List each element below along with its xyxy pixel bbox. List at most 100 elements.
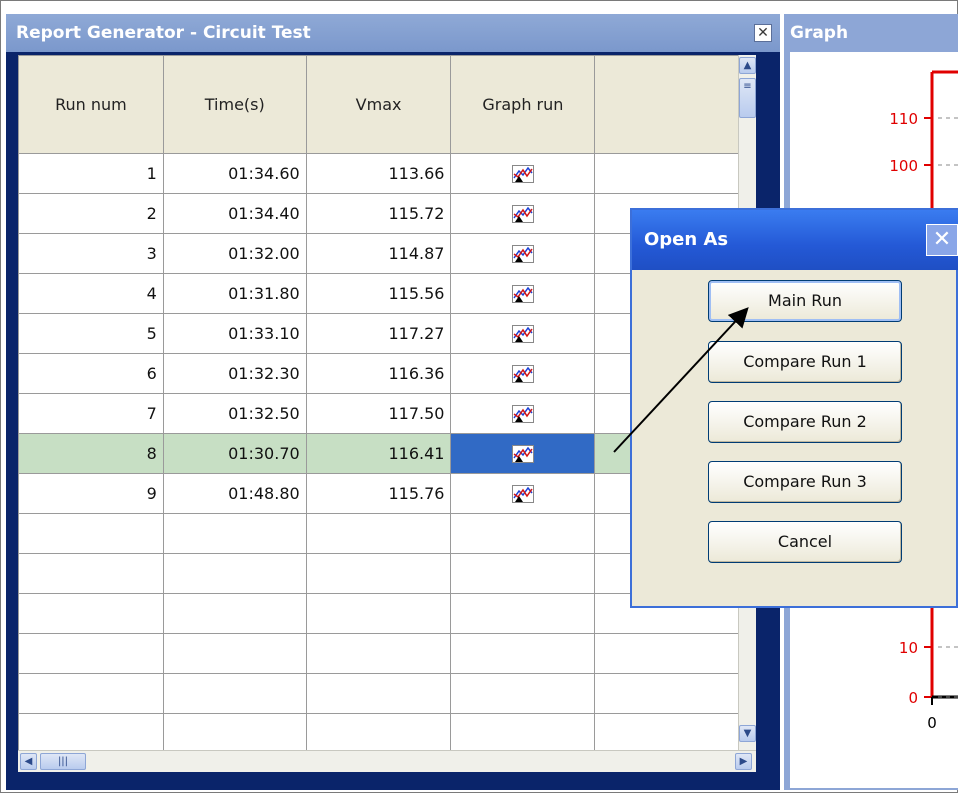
empty-cell[interactable] (18, 593, 164, 634)
run-num-cell[interactable]: 4 (18, 273, 164, 314)
dialog-title: Open As (632, 210, 958, 270)
table-row[interactable]: 1 01:34.60 113.66 (18, 153, 756, 194)
close-icon[interactable]: ✕ (754, 24, 772, 42)
scroll-down-icon[interactable]: ▼ (739, 725, 756, 742)
empty-cell[interactable] (162, 513, 307, 554)
time-cell[interactable]: 01:31.80 (162, 273, 307, 314)
empty-cell[interactable] (18, 633, 164, 674)
empty-cell[interactable] (594, 633, 756, 674)
graph-run-icon[interactable] (511, 164, 534, 184)
empty-cell[interactable] (305, 713, 452, 750)
empty-cell[interactable] (162, 713, 307, 750)
vmax-cell[interactable]: 115.56 (305, 273, 452, 314)
time-cell[interactable]: 01:34.40 (162, 193, 307, 234)
graph-run-cell[interactable] (450, 153, 596, 194)
empty-cell[interactable] (450, 673, 596, 714)
graph-run-cell[interactable] (450, 193, 596, 234)
graph-run-cell[interactable] (450, 273, 596, 314)
empty-cell[interactable] (450, 513, 596, 554)
time-cell[interactable]: 01:30.70 (162, 433, 307, 474)
vmax-cell[interactable]: 116.36 (305, 353, 452, 394)
run-num-cell[interactable]: 5 (18, 313, 164, 354)
vertical-scroll-thumb[interactable]: ≡ (739, 78, 756, 118)
graph-run-cell[interactable] (450, 393, 596, 434)
graph-run-cell[interactable] (450, 313, 596, 354)
run-num-cell[interactable]: 9 (18, 473, 164, 514)
empty-cell[interactable] (162, 633, 307, 674)
cancel-button[interactable]: Cancel (708, 521, 902, 563)
empty-cell[interactable] (450, 553, 596, 594)
empty-cell[interactable] (162, 673, 307, 714)
empty-cell[interactable] (305, 673, 452, 714)
scroll-right-icon[interactable]: ▶ (735, 753, 752, 770)
vmax-cell[interactable]: 117.27 (305, 313, 452, 354)
graph-run-icon[interactable] (511, 404, 534, 424)
graph-run-icon[interactable] (511, 324, 534, 344)
vmax-cell[interactable]: 113.66 (305, 153, 452, 194)
empty-cell[interactable] (305, 633, 452, 674)
graph-run-icon[interactable] (511, 284, 534, 304)
empty-cell[interactable] (305, 513, 452, 554)
graph-run-icon[interactable] (511, 484, 534, 504)
graph-run-icon[interactable] (511, 444, 534, 464)
compare-run-1-button[interactable]: Compare Run 1 (708, 341, 902, 383)
time-cell[interactable]: 01:32.00 (162, 233, 307, 274)
horizontal-scrollbar[interactable] (18, 750, 756, 772)
graph-run-cell[interactable] (450, 433, 596, 474)
compare-run-3-button[interactable]: Compare Run 3 (708, 461, 902, 503)
column-header-run-num[interactable]: Run num (18, 55, 164, 154)
empty-row[interactable] (18, 713, 756, 750)
graph-run-cell[interactable] (450, 233, 596, 274)
empty-row[interactable] (18, 673, 756, 714)
header-row: Run num Time(s) Vmax Graph run (18, 55, 756, 154)
time-cell[interactable]: 01:48.80 (162, 473, 307, 514)
scroll-up-icon[interactable]: ▲ (739, 57, 756, 74)
graph-run-cell[interactable] (450, 473, 596, 514)
column-header-graph-run[interactable]: Graph run (450, 55, 596, 154)
run-num-cell[interactable]: 1 (18, 153, 164, 194)
vmax-cell[interactable]: 115.76 (305, 473, 452, 514)
column-header-vmax[interactable]: Vmax (305, 55, 452, 154)
empty-cell[interactable] (18, 713, 164, 750)
vmax-cell[interactable]: 117.50 (305, 393, 452, 434)
empty-cell[interactable] (18, 513, 164, 554)
run-num-cell[interactable]: 8 (18, 433, 164, 474)
horizontal-scroll-thumb[interactable]: ||| (40, 753, 86, 770)
time-cell[interactable]: 01:34.60 (162, 153, 307, 194)
run-num-cell[interactable]: 3 (18, 233, 164, 274)
graph-run-cell[interactable] (450, 353, 596, 394)
vmax-cell[interactable]: 114.87 (305, 233, 452, 274)
column-header-time[interactable]: Time(s) (162, 55, 307, 154)
y-tick-label: 100 (889, 157, 918, 175)
time-cell[interactable]: 01:33.10 (162, 313, 307, 354)
vmax-cell[interactable]: 116.41 (305, 433, 452, 474)
main-run-button[interactable]: Main Run (708, 280, 902, 322)
empty-cell[interactable] (18, 553, 164, 594)
graph-run-icon[interactable] (511, 364, 534, 384)
graph-run-icon[interactable] (511, 204, 534, 224)
empty-cell[interactable] (18, 673, 164, 714)
run-num-cell[interactable]: 6 (18, 353, 164, 394)
empty-cell[interactable] (450, 593, 596, 634)
empty-cell[interactable] (594, 673, 756, 714)
window-title: Report Generator - Circuit Test (6, 14, 780, 52)
empty-cell[interactable] (305, 553, 452, 594)
empty-row[interactable] (18, 633, 756, 674)
dialog-close-icon[interactable]: ✕ (926, 224, 958, 256)
empty-cell[interactable] (450, 713, 596, 750)
empty-cell[interactable] (162, 553, 307, 594)
y-tick-label: 0 (908, 689, 918, 707)
empty-cell[interactable] (594, 713, 756, 750)
run-num-cell[interactable]: 7 (18, 393, 164, 434)
scroll-left-icon[interactable]: ◀ (20, 753, 37, 770)
graph-run-icon[interactable] (511, 244, 534, 264)
empty-cell[interactable] (162, 593, 307, 634)
time-cell[interactable]: 01:32.30 (162, 353, 307, 394)
empty-cell[interactable] (305, 593, 452, 634)
vmax-cell[interactable]: 115.72 (305, 193, 452, 234)
time-cell[interactable]: 01:32.50 (162, 393, 307, 434)
run-num-cell[interactable]: 2 (18, 193, 164, 234)
empty-cell[interactable] (450, 633, 596, 674)
column-header-blank[interactable] (594, 55, 756, 154)
compare-run-2-button[interactable]: Compare Run 2 (708, 401, 902, 443)
